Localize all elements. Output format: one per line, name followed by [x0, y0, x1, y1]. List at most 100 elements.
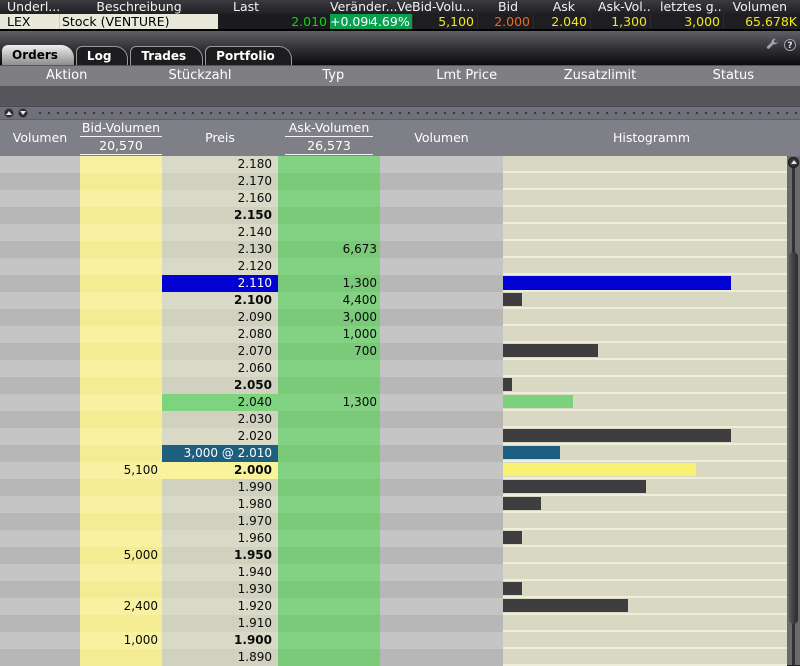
price-cell[interactable]: 1.910	[162, 615, 278, 632]
bid-volume-cell[interactable]	[80, 479, 162, 496]
ask-volume-cell[interactable]: 3,000	[278, 309, 380, 326]
help-icon[interactable]: ?	[784, 39, 796, 51]
ladder-row[interactable]: 1.890	[0, 649, 787, 666]
ladder-row[interactable]: 1.990	[0, 479, 787, 496]
wrench-icon[interactable]	[766, 38, 779, 51]
price-cell[interactable]: 2.090	[162, 309, 278, 326]
ladder-row[interactable]: 2.150	[0, 207, 787, 224]
price-cell[interactable]: 2.140	[162, 224, 278, 241]
price-cell[interactable]: 2.050	[162, 377, 278, 394]
ladder-row[interactable]: 2.160	[0, 190, 787, 207]
price-cell[interactable]: 1.940	[162, 564, 278, 581]
bid-volume-cell[interactable]	[80, 258, 162, 275]
ask-volume-cell[interactable]	[278, 632, 380, 649]
ladder-row[interactable]: 1.940	[0, 564, 787, 581]
ladder-row[interactable]: 2.060	[0, 360, 787, 377]
ask-volume-cell[interactable]	[278, 173, 380, 190]
ask-volume-cell[interactable]	[278, 411, 380, 428]
price-cell[interactable]: 2.080	[162, 326, 278, 343]
ask-volume-cell[interactable]	[278, 547, 380, 564]
ask-volume-cell[interactable]	[278, 156, 380, 173]
price-cell[interactable]: 2.030	[162, 411, 278, 428]
ask-volume-cell[interactable]: 1,300	[278, 394, 380, 411]
bid-volume-cell[interactable]	[80, 564, 162, 581]
ladder-row[interactable]: 2.170	[0, 173, 787, 190]
bid-volume-cell[interactable]: 1,000	[80, 632, 162, 649]
ask-volume-cell[interactable]: 4,400	[278, 292, 380, 309]
tab-orders[interactable]: Orders	[2, 45, 74, 65]
ladder-row[interactable]: 1.910	[0, 615, 787, 632]
price-cell[interactable]: 1.980	[162, 496, 278, 513]
ask-volume-cell[interactable]	[278, 445, 380, 462]
ask-volume-cell[interactable]	[278, 224, 380, 241]
ladder-row[interactable]: 2.1004,400	[0, 292, 787, 309]
ask-volume-cell[interactable]	[278, 530, 380, 547]
ask-volume-cell[interactable]	[278, 598, 380, 615]
price-cell[interactable]: 1.890	[162, 649, 278, 666]
price-cell[interactable]: 2.100	[162, 292, 278, 309]
price-cell[interactable]: 1.960	[162, 530, 278, 547]
bid-volume-cell[interactable]	[80, 207, 162, 224]
ask-volume-cell[interactable]	[278, 581, 380, 598]
bid-volume-cell[interactable]	[80, 224, 162, 241]
ladder-row[interactable]: 2.1306,673	[0, 241, 787, 258]
ask-volume-cell[interactable]	[278, 564, 380, 581]
price-cell[interactable]: 2.000	[162, 462, 278, 479]
bid-volume-cell[interactable]: 5,000	[80, 547, 162, 564]
ladder-row[interactable]: 2.0401,300	[0, 394, 787, 411]
ladder-row[interactable]: 1.970	[0, 513, 787, 530]
ladder-row[interactable]: 1.960	[0, 530, 787, 547]
bid-volume-cell[interactable]	[80, 309, 162, 326]
bid-volume-cell[interactable]	[80, 428, 162, 445]
splitter-collapse-down-button[interactable]	[18, 108, 28, 118]
price-cell[interactable]: 2.180	[162, 156, 278, 173]
price-cell[interactable]: 2.150	[162, 207, 278, 224]
price-cell[interactable]: 2.060	[162, 360, 278, 377]
bid-volume-cell[interactable]	[80, 615, 162, 632]
price-cell[interactable]: 2.110	[162, 275, 278, 292]
ladder-row[interactable]: 2.180	[0, 156, 787, 173]
price-cell[interactable]: 2.160	[162, 190, 278, 207]
last-trade-cell[interactable]: 3,000 @ 2.010	[162, 445, 278, 462]
bid-volume-column-header[interactable]: Bid-Volumen 20,570	[80, 120, 162, 156]
ask-volume-cell[interactable]	[278, 190, 380, 207]
bid-volume-cell[interactable]	[80, 530, 162, 547]
ask-volume-cell[interactable]	[278, 207, 380, 224]
ladder-row[interactable]: 2.0903,000	[0, 309, 787, 326]
ladder-row[interactable]: 2.1101,300	[0, 275, 787, 292]
scrollbar-up-button[interactable]	[788, 157, 799, 168]
ladder-row[interactable]: 1.930	[0, 581, 787, 598]
bid-volume-cell[interactable]	[80, 173, 162, 190]
ask-volume-cell[interactable]	[278, 377, 380, 394]
ladder-row[interactable]: 5,1002.000	[0, 462, 787, 479]
price-cell[interactable]: 2.020	[162, 428, 278, 445]
bid-volume-cell[interactable]	[80, 394, 162, 411]
price-cell[interactable]: 2.130	[162, 241, 278, 258]
ask-volume-cell[interactable]	[278, 360, 380, 377]
price-cell[interactable]: 2.070	[162, 343, 278, 360]
ladder-row[interactable]: 2.020	[0, 428, 787, 445]
bid-volume-cell[interactable]	[80, 326, 162, 343]
price-cell[interactable]: 1.930	[162, 581, 278, 598]
tab-portfolio[interactable]: Portfolio	[205, 46, 292, 65]
ladder-row[interactable]: 1,0001.900	[0, 632, 787, 649]
splitter-bar[interactable]	[0, 106, 800, 119]
ask-volume-cell[interactable]	[278, 479, 380, 496]
bid-volume-cell[interactable]: 2,400	[80, 598, 162, 615]
bid-volume-cell[interactable]	[80, 343, 162, 360]
tab-trades[interactable]: Trades	[130, 46, 203, 65]
bid-volume-cell[interactable]	[80, 190, 162, 207]
bid-volume-cell[interactable]	[80, 445, 162, 462]
bid-volume-cell[interactable]	[80, 411, 162, 428]
ladder-row[interactable]: 2.030	[0, 411, 787, 428]
price-cell[interactable]: 2.170	[162, 173, 278, 190]
ladder-row[interactable]: 2.050	[0, 377, 787, 394]
price-cell[interactable]: 1.990	[162, 479, 278, 496]
bid-volume-cell[interactable]	[80, 496, 162, 513]
ask-volume-cell[interactable]: 700	[278, 343, 380, 360]
price-cell[interactable]: 1.900	[162, 632, 278, 649]
ladder-row[interactable]: 2.120	[0, 258, 787, 275]
splitter-collapse-up-button[interactable]	[4, 108, 14, 118]
bid-volume-cell[interactable]	[80, 275, 162, 292]
ladder-row[interactable]: 5,0001.950	[0, 547, 787, 564]
